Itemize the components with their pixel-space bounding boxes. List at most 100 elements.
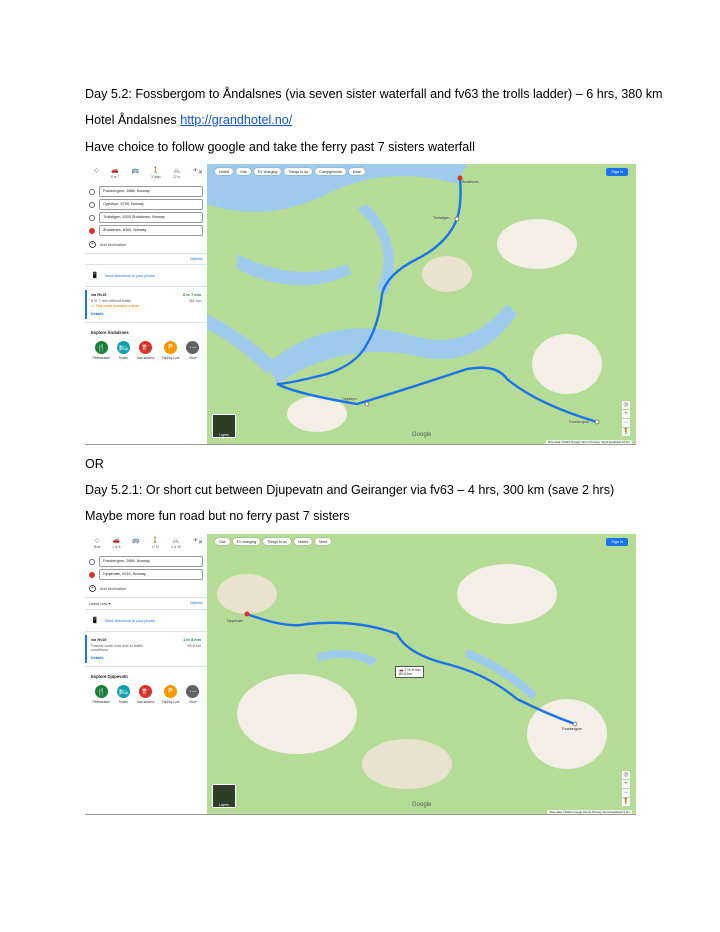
chip-hotels[interactable]: Hotels (293, 538, 313, 545)
mode-transit[interactable]: 🚌 (132, 168, 139, 175)
chip-hotels[interactable]: Hotels (215, 168, 234, 175)
chip-more[interactable]: More (348, 168, 365, 175)
place-label: Trollstigen (433, 216, 450, 220)
send-to-phone[interactable]: 📱 Send directions to your phone (85, 268, 207, 283)
place-label: Djupevatn (227, 619, 244, 623)
map-screenshot-2: ◇ Best 🚗 1 hr 8 🚌 🚶 17 hr 🚲 4 hr 26 ✈ Fossbe… (85, 534, 636, 815)
stop-field[interactable]: Oppstryn, 6799, Norway (99, 199, 203, 210)
sign-in-button[interactable]: Sign in (606, 168, 628, 176)
send-to-phone[interactable]: 📱 Send directions to your phone (85, 613, 207, 628)
route-option[interactable]: via Rv15 6 hr 7 min 281 km 6 hr 7 min wi… (85, 290, 207, 319)
directions-panel: ◇ 🚗 6 hr 7 🚌 🚶 3 days 🚲 22 hr ✈ Fossbergom,… (85, 164, 208, 444)
pegman-icon[interactable]: 🧍 (622, 428, 630, 436)
map-canvas[interactable]: Åndalsnes Trollstigen Oppstryn Fossbergo… (207, 164, 636, 444)
sign-in-button[interactable]: Sign in (606, 538, 628, 546)
chip-ev[interactable]: EV charging (253, 168, 282, 175)
map-canvas[interactable]: Djupevatn Fossbergom 🚗 1 hr 8 min 80.6 km… (207, 534, 636, 814)
explore-hotels[interactable]: 🛏 Hotels (116, 685, 130, 704)
explore-restaurants[interactable]: 🍴 Restaurants (93, 685, 110, 704)
zoom-out-button[interactable]: − (622, 419, 630, 427)
choice-line: Have choice to follow google and take th… (85, 140, 475, 154)
mode-walk[interactable]: 🚶 17 hr (152, 538, 159, 549)
locate-icon[interactable]: ◎ (622, 401, 630, 409)
explore-more[interactable]: ⋯ More (186, 341, 200, 360)
chip-more[interactable]: More (315, 538, 332, 545)
stop-field[interactable]: Trollstigen, 6300 Åndalsnes, Norway (99, 212, 203, 223)
day521-heading: Day 5.2.1: Or short cut between Djupevat… (85, 483, 615, 497)
or-line: OR (85, 457, 104, 471)
zoom-controls: ◎ + − 🧍 (622, 401, 630, 436)
explore-title: Explore Djupevatn (91, 674, 128, 679)
place-label: Oppstryn (342, 397, 357, 401)
travel-modes: ◇ 🚗 6 hr 7 🚌 🚶 3 days 🚲 22 hr ✈ (85, 164, 207, 184)
map-footer: Map data ©2023 Google Terms Privacy Send… (545, 440, 632, 444)
place-label: Fossbergom (569, 420, 589, 424)
hotel-label: Hotel Åndalsnes (85, 113, 181, 127)
route-option[interactable]: via Rv15 1 hr 8 min 80.6 km Fastest rout… (85, 635, 207, 663)
zoom-controls: ◎ + − 🧍 (622, 771, 630, 806)
phone-icon: 📱 (91, 618, 99, 624)
explore-parking[interactable]: P Parking Lots (162, 341, 179, 360)
details-link[interactable]: Details (91, 656, 203, 660)
chip-gas[interactable]: Gas (236, 168, 251, 175)
google-logo: Google (412, 802, 432, 808)
close-icon[interactable]: ✕ (198, 539, 203, 546)
mode-best[interactable]: ◇ Best (94, 538, 100, 549)
explore-gas[interactable]: ⛽ Gas stations (137, 685, 155, 704)
mode-transit[interactable]: 🚌 (132, 538, 139, 545)
maybe-line: Maybe more fun road but no ferry past 7 … (85, 509, 350, 523)
chip-ev[interactable]: EV charging (232, 538, 261, 545)
options-link[interactable]: Options (190, 601, 203, 605)
leave-now-dropdown[interactable]: Leave now ▾ Options (85, 601, 207, 606)
stop-field[interactable]: Fossbergom, 2686, Norway (99, 186, 203, 197)
travel-modes: ◇ Best 🚗 1 hr 8 🚌 🚶 17 hr 🚲 4 hr 26 ✈ (85, 534, 207, 554)
zoom-in-button[interactable]: + (622, 780, 630, 788)
map-chips: Hotels Gas EV charging Things to do Camp… (215, 168, 365, 175)
plus-icon: + (89, 585, 96, 592)
explore-restaurants[interactable]: 🍴 Restaurants (93, 341, 110, 360)
route-time-box[interactable]: 🚗 1 hr 8 min 80.6 km (395, 666, 425, 678)
explore-title: Explore Åndalsnes (91, 330, 129, 335)
chip-gas[interactable]: Gas (215, 538, 230, 545)
zoom-out-button[interactable]: − (622, 789, 630, 797)
day52-heading: Day 5.2: Fossbergom to Åndalsnes (via se… (85, 87, 663, 101)
mode-best[interactable]: ◇ (94, 168, 99, 175)
details-link[interactable]: Details (91, 312, 203, 316)
chip-things[interactable]: Things to do (263, 538, 291, 545)
place-label: Fossbergom (562, 727, 582, 731)
map-screenshot-1: ◇ 🚗 6 hr 7 🚌 🚶 3 days 🚲 22 hr ✈ Fossbergom,… (85, 164, 636, 445)
explore-parking[interactable]: P Parking Lots (162, 685, 179, 704)
explore-more[interactable]: ⋯ More (186, 685, 200, 704)
phone-icon: 📱 (91, 273, 99, 279)
hotel-line: Hotel Åndalsnes http://grandhotel.no/ (85, 112, 292, 128)
chip-things[interactable]: Things to do (284, 168, 313, 175)
locate-icon[interactable]: ◎ (622, 771, 630, 779)
ferry-warning: ⚠ This route includes a ferry (91, 304, 140, 308)
mode-bike[interactable]: 🚲 22 hr (173, 168, 180, 179)
chip-campgrounds[interactable]: Campgrounds (315, 168, 346, 175)
mode-car[interactable]: 🚗 6 hr 7 (111, 168, 119, 179)
hotel-link[interactable]: http://grandhotel.no/ (180, 113, 292, 127)
map-footer: Map data ©2023 Google Terms Privacy Send… (547, 810, 632, 814)
map-chips: Gas EV charging Things to do Hotels More (215, 538, 332, 545)
mode-car[interactable]: 🚗 1 hr 8 (112, 538, 120, 549)
place-label: Åndalsnes (462, 180, 479, 184)
options-link[interactable]: Options (85, 257, 207, 261)
stop-field[interactable]: Fossbergom, 2686, Norway (99, 556, 203, 567)
mode-walk[interactable]: 🚶 3 days (151, 168, 160, 179)
layers-button[interactable]: Layers (212, 414, 236, 438)
close-icon[interactable]: ✕ (198, 169, 203, 176)
explore-hotels[interactable]: 🛏 Hotels (116, 341, 130, 360)
explore-gas[interactable]: ⛽ Gas stations (137, 341, 155, 360)
pegman-icon[interactable]: 🧍 (622, 798, 630, 806)
directions-panel: ◇ Best 🚗 1 hr 8 🚌 🚶 17 hr 🚲 4 hr 26 ✈ Fossbe… (85, 534, 208, 814)
add-destination[interactable]: + Add destination (89, 585, 203, 592)
add-destination[interactable]: + Add destination (89, 241, 203, 248)
stop-field[interactable]: Åndalsnes, 6300, Norway (99, 225, 203, 236)
zoom-in-button[interactable]: + (622, 410, 630, 418)
plus-icon: + (89, 241, 96, 248)
mode-bike[interactable]: 🚲 4 hr 26 (171, 538, 181, 549)
layers-button[interactable]: Layers (212, 784, 236, 808)
google-logo: Google (412, 432, 432, 438)
stop-field[interactable]: Djupevatn, 6216, Norway (99, 569, 203, 580)
